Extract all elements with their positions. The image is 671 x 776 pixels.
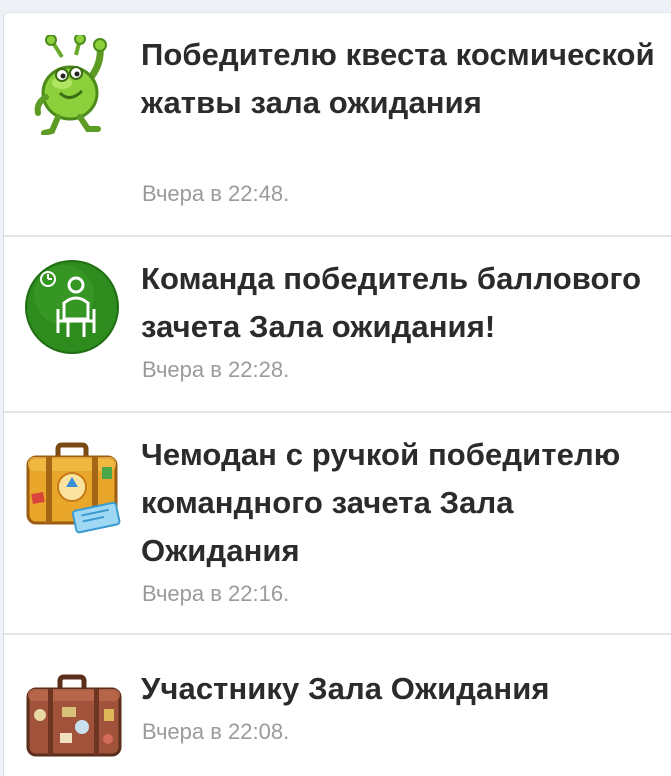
notifications-panel: Победителю квеста космической жатвы зала…: [3, 12, 671, 776]
brown-suitcase-icon: [24, 663, 124, 763]
notification-title[interactable]: Победителю квеста космической жатвы зала…: [141, 31, 663, 127]
notification-time: Вчера в 22:16.: [142, 581, 290, 606]
notification-time: Вчера в 22:08.: [142, 719, 290, 744]
notification-time: Вчера в 22:28.: [142, 357, 290, 382]
notification-title[interactable]: Команда победитель баллового зачета Зала…: [141, 255, 663, 351]
notification-item[interactable]: Участнику Зала Ожидания Вчера в 22:08.: [4, 635, 671, 776]
notification-time: Вчера в 22:48.: [142, 181, 290, 206]
notification-item[interactable]: Победителю квеста космической жатвы зала…: [4, 13, 671, 237]
notification-item[interactable]: Чемодан с ручкой победителю командного з…: [4, 413, 671, 635]
notification-title[interactable]: Участнику Зала Ожидания: [141, 665, 663, 713]
notification-item[interactable]: Команда победитель баллового зачета Зала…: [4, 237, 671, 413]
travel-suitcase-icon: [24, 437, 124, 537]
waiting-room-badge-icon: [24, 259, 124, 359]
alien-icon: [24, 35, 124, 135]
notification-title[interactable]: Чемодан с ручкой победителю командного з…: [141, 431, 663, 575]
